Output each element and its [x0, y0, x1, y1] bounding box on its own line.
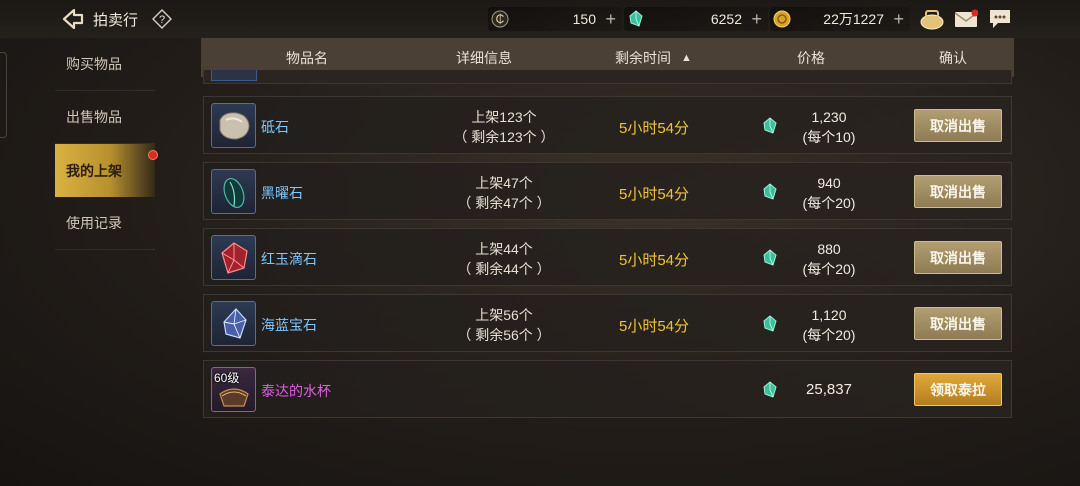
table-row-sold: 60级 泰达的水杯 25,837 领取泰拉 [203, 360, 1012, 418]
item-name: 泰达的水杯 [261, 383, 331, 399]
table-row: 红玉滴石 上架44个 （ 剩余44个 ） 5小时54分 880 (每个20) 取… [203, 228, 1012, 286]
sidebar-item-sell[interactable]: 出售物品 [55, 91, 155, 144]
cancel-sale-button[interactable]: 取消出售 [914, 307, 1002, 340]
add-currency-button[interactable]: + [751, 10, 762, 28]
remaining-count: （ 剩余123个 ） [453, 129, 555, 145]
total-price: 1,120 [811, 307, 847, 323]
listed-count: 上架56个 [475, 307, 533, 323]
claim-proceeds-button[interactable]: 领取泰拉 [914, 373, 1002, 406]
currency-gold-coin: 22万1227 + [770, 7, 910, 31]
table-row: 砥石 上架123个 （ 剩余123个 ） 5小时54分 1,230 (每个10)… [203, 96, 1012, 154]
svg-text:₵: ₵ [496, 12, 505, 26]
ruby-icon[interactable] [211, 235, 256, 280]
cancel-sale-button[interactable]: 取消出售 [914, 241, 1002, 274]
item-level: 60级 [214, 371, 240, 385]
time-remaining: 5小时54分 [618, 186, 690, 203]
obsidian-icon[interactable] [211, 169, 256, 214]
sidebar-item-label: 购买物品 [66, 56, 122, 72]
column-header-detail: 详细信息 [456, 49, 512, 66]
aquamarine-icon[interactable] [211, 301, 256, 346]
table-row-partial [203, 70, 1012, 84]
unit-price: (每个10) [802, 129, 856, 145]
remaining-count: （ 剩余47个 ） [457, 195, 551, 211]
cancel-sale-button[interactable]: 取消出售 [914, 109, 1002, 142]
total-price: 940 [817, 175, 841, 191]
item-name: 砥石 [261, 119, 289, 135]
sidebar: 购买物品 出售物品 我的上架 使用记录 [55, 38, 158, 250]
help-icon[interactable]: ? [152, 9, 172, 29]
listed-count: 上架123个 [471, 109, 537, 125]
column-header-name: 物品名 [286, 49, 328, 66]
green-gem-icon [626, 9, 646, 29]
add-currency-button[interactable]: + [605, 10, 616, 28]
column-header-confirm: 确认 [939, 49, 967, 66]
sidebar-item-label: 使用记录 [66, 215, 122, 231]
notification-dot [148, 150, 158, 160]
item-thumbnail [211, 70, 257, 81]
sidebar-item-buy[interactable]: 购买物品 [55, 38, 155, 91]
sidebar-item-label: 出售物品 [66, 109, 122, 125]
top-bar: 拍卖行 ? ₵ 150 + 6252 + 22万1227 + [0, 0, 1080, 38]
sort-ascending-icon[interactable]: ▲ [681, 52, 692, 64]
page-title: 拍卖行 [93, 12, 139, 29]
item-name: 海蓝宝石 [261, 317, 317, 333]
table-row: 海蓝宝石 上架56个 （ 剩余56个 ） 5小时54分 1,120 (每个20)… [203, 294, 1012, 352]
green-gem-icon [763, 315, 777, 332]
unit-price: (每个20) [802, 261, 856, 277]
side-drawer-handle[interactable] [0, 52, 7, 138]
listed-count: 上架44个 [475, 241, 533, 257]
help-label: ? [159, 14, 165, 26]
total-price: 25,837 [806, 381, 852, 398]
item-name: 红玉滴石 [261, 251, 317, 267]
c-coin-icon: ₵ [490, 9, 510, 29]
cup-icon[interactable]: 60级 [211, 367, 256, 412]
green-gem-icon [763, 183, 777, 200]
unit-price: (每个20) [802, 327, 856, 343]
currency-green-gem: 6252 + [624, 7, 768, 31]
item-name: 黑曜石 [261, 185, 303, 201]
green-gem-icon [763, 249, 777, 266]
currency-c-coin: ₵ 150 + [488, 7, 622, 31]
back-arrow-icon[interactable] [60, 8, 86, 30]
time-remaining: 5小时54分 [618, 252, 690, 269]
currency-value: 150 [572, 11, 596, 27]
green-gem-icon [763, 117, 777, 134]
gold-coin-icon [772, 9, 792, 29]
listed-count: 上架47个 [475, 175, 533, 191]
column-header-time[interactable]: 剩余时间 [615, 48, 671, 68]
unit-price: (每个20) [802, 195, 856, 211]
column-header-price: 价格 [797, 49, 825, 66]
chat-icon[interactable] [987, 7, 1013, 31]
green-gem-icon [763, 381, 777, 398]
remaining-count: （ 剩余56个 ） [457, 327, 551, 343]
time-remaining: 5小时54分 [618, 318, 690, 335]
sidebar-item-label: 我的上架 [66, 162, 122, 179]
cancel-sale-button[interactable]: 取消出售 [914, 175, 1002, 208]
whetstone-icon[interactable] [211, 103, 256, 148]
sidebar-item-history[interactable]: 使用记录 [55, 197, 155, 250]
currency-value: 22万1227 [823, 11, 884, 27]
currency-value: 6252 [710, 11, 742, 27]
bag-icon[interactable] [919, 7, 945, 31]
total-price: 1,230 [811, 109, 847, 125]
remaining-count: （ 剩余44个 ） [457, 261, 551, 277]
total-price: 880 [817, 241, 841, 257]
mail-icon[interactable] [953, 7, 979, 31]
time-remaining: 5小时54分 [618, 120, 690, 137]
sidebar-item-my-listings[interactable]: 我的上架 [55, 144, 158, 197]
table-row: 黑曜石 上架47个 （ 剩余47个 ） 5小时54分 940 (每个20) 取消… [203, 162, 1012, 220]
add-currency-button[interactable]: + [893, 10, 904, 28]
